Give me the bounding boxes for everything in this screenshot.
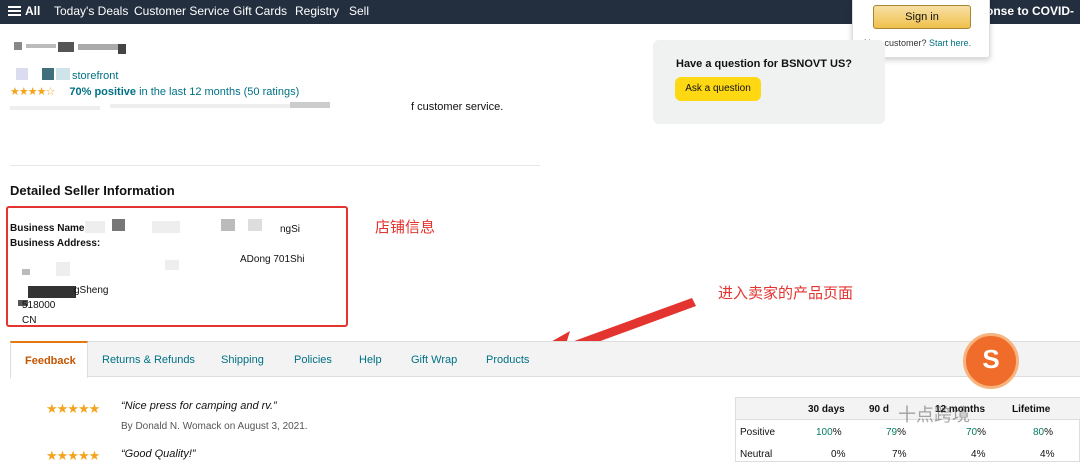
seller-tabs-bar: Feedback Returns & Refunds Shipping Poli… xyxy=(10,341,1080,378)
stats-cell: 80% xyxy=(1033,427,1054,438)
watermark-logo: S xyxy=(963,333,1019,389)
tab-returns-refunds[interactable]: Returns & Refunds xyxy=(102,354,195,366)
stats-row-label: Neutral xyxy=(740,449,773,460)
review-quote: “Nice press for camping and rv.” xyxy=(121,400,277,412)
review-author: By Donald N. Womack on August 3, 2021. xyxy=(121,421,308,432)
tab-help[interactable]: Help xyxy=(359,354,382,366)
stats-cell: 4% xyxy=(1040,449,1055,460)
stats-cell: 7% xyxy=(892,449,907,460)
stats-cell: 4% xyxy=(971,449,986,460)
stats-row-label: Positive xyxy=(740,427,776,438)
stats-cell: 79% xyxy=(886,427,907,438)
stats-header-90-days: 90 d xyxy=(869,404,890,415)
tab-feedback-label: Feedback xyxy=(25,355,76,367)
stats-header-30-days: 30 days xyxy=(808,404,845,415)
stats-cell: 100% xyxy=(816,427,842,438)
tab-feedback[interactable]: Feedback xyxy=(10,341,88,378)
stats-cell: 70% xyxy=(966,427,987,438)
stats-header-lifetime: Lifetime xyxy=(1012,404,1051,415)
tab-shipping[interactable]: Shipping xyxy=(221,354,264,366)
tab-policies[interactable]: Policies xyxy=(294,354,332,366)
stats-cell: 0% xyxy=(831,449,846,460)
red-arrow-icon xyxy=(533,298,696,364)
review-stars-icon: ★★★★★ xyxy=(46,401,100,416)
watermark-text: 十点跨境 xyxy=(898,405,970,425)
tab-gift-wrap[interactable]: Gift Wrap xyxy=(411,354,457,366)
tab-products[interactable]: Products xyxy=(486,354,529,366)
review-quote: “Good Quality!” xyxy=(121,448,196,460)
